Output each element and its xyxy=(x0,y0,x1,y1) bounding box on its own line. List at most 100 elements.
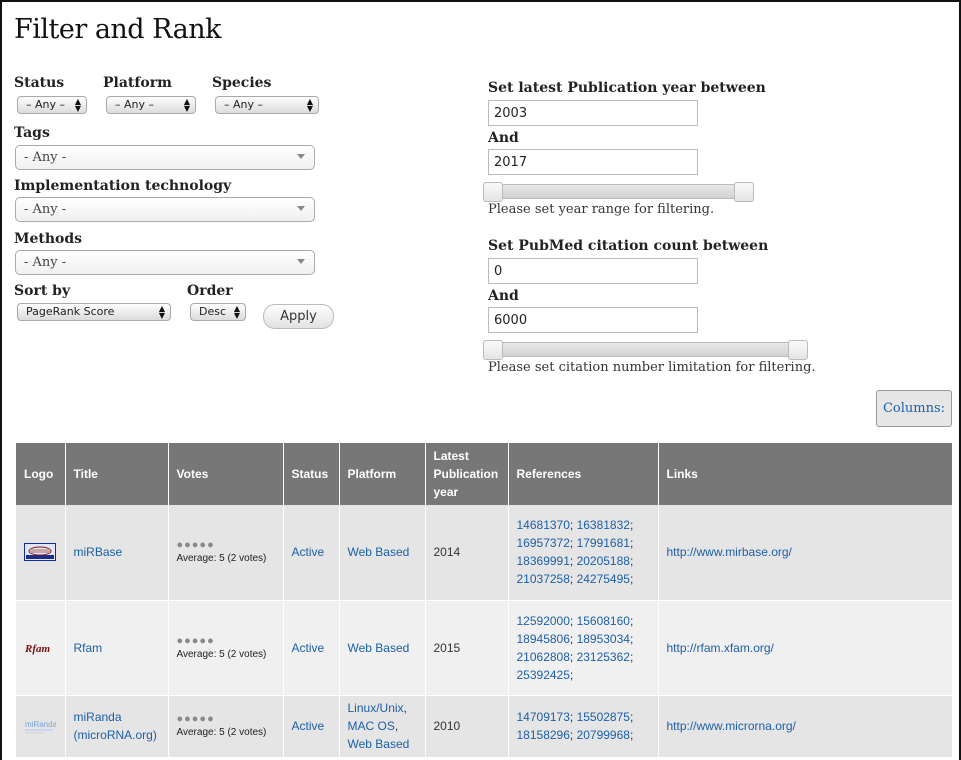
platform-select[interactable]: – Any – ▲ ▼ xyxy=(106,96,196,114)
platform-link[interactable]: Web Based xyxy=(348,737,410,751)
platform-link[interactable]: Web Based xyxy=(348,641,410,655)
reference-link[interactable]: 18953034 xyxy=(577,632,630,646)
reference-link[interactable]: 23125362 xyxy=(577,650,630,664)
reference-link[interactable]: 12592000 xyxy=(517,614,570,628)
reference-link[interactable]: 16381832 xyxy=(577,518,630,532)
year-range-slider[interactable] xyxy=(483,182,754,202)
column-header-status[interactable]: Status xyxy=(283,443,340,505)
title-link-line2: (microRNA.org) xyxy=(73,728,157,742)
platform-link[interactable]: MAC OS xyxy=(348,719,395,733)
platform-select-value: – Any – xyxy=(115,98,154,111)
miranda-logo[interactable]: miRanda xyxy=(24,717,56,735)
citation-range-slider[interactable] xyxy=(483,340,808,360)
website-link[interactable]: http://www.microrna.org/ xyxy=(667,719,796,733)
logo-cell xyxy=(16,505,66,601)
year-range-help: Please set year range for filtering. xyxy=(488,202,715,217)
references-cell: 14709173; 15502875; 18158296; 20799968; xyxy=(508,695,659,758)
species-label: Species xyxy=(212,75,272,91)
year-max-handle[interactable] xyxy=(734,182,754,202)
table-header-row: Logo Title Votes Status Platform Latest … xyxy=(16,443,952,505)
rating-stars[interactable]: ●●●●● xyxy=(177,538,275,552)
implementation-select[interactable]: - Any - xyxy=(15,197,315,222)
reference-link[interactable]: 16957372 xyxy=(517,536,570,550)
table-row: miRBase ●●●●● Average: 5 (2 votes) Activ… xyxy=(16,505,952,601)
reference-link[interactable]: 14681370 xyxy=(517,518,570,532)
reference-link[interactable]: 21062808 xyxy=(517,650,570,664)
citation-max-input[interactable]: 6000 xyxy=(488,307,698,333)
year-cell: 2014 xyxy=(425,505,509,601)
mirbase-logo[interactable] xyxy=(24,543,56,562)
title-cell: Rfam xyxy=(65,600,169,696)
links-cell: http://www.microrna.org/ xyxy=(658,695,952,758)
order-select-value: Desc xyxy=(199,305,227,318)
reference-link[interactable]: 18945806 xyxy=(517,632,570,646)
year-min-input[interactable]: 2003 xyxy=(488,100,698,126)
order-select[interactable]: Desc ▲ ▼ xyxy=(190,303,246,321)
chevron-down-icon xyxy=(297,154,305,159)
methods-select[interactable]: - Any - xyxy=(15,250,315,275)
rfam-logo[interactable]: Rfam xyxy=(24,639,56,657)
tags-select[interactable]: - Any - xyxy=(15,145,315,170)
reference-link[interactable]: 24275495 xyxy=(577,572,630,586)
reference-link[interactable]: 15608160 xyxy=(577,614,630,628)
tags-label: Tags xyxy=(14,125,50,141)
status-select[interactable]: – Any – ▲ ▼ xyxy=(17,96,87,114)
column-header-year-line3: year xyxy=(433,485,459,499)
status-link[interactable]: Active xyxy=(292,719,325,733)
column-header-logo[interactable]: Logo xyxy=(16,443,66,505)
year-range-label: Set latest Publication year between xyxy=(488,80,766,96)
citation-min-handle[interactable] xyxy=(483,340,503,360)
year-max-input[interactable]: 2017 xyxy=(488,149,698,175)
reference-link[interactable]: 21037258 xyxy=(517,572,570,586)
select-arrows-icon: ▲ ▼ xyxy=(74,97,81,113)
platform-cell: Web Based xyxy=(339,505,426,601)
rating-stars[interactable]: ●●●●● xyxy=(177,634,275,648)
reference-link[interactable]: 14709173 xyxy=(517,710,570,724)
column-header-year-line2: Publication xyxy=(433,467,499,481)
column-header-platform[interactable]: Platform xyxy=(339,443,426,505)
website-link[interactable]: http://rfam.xfam.org/ xyxy=(667,641,774,655)
year-and-label: And xyxy=(488,130,519,146)
rating-stars[interactable]: ●●●●● xyxy=(177,712,275,726)
year-cell: 2015 xyxy=(425,600,509,696)
reference-link[interactable]: 17991681 xyxy=(577,536,630,550)
platform-link[interactable]: Linux/Unix xyxy=(348,701,404,715)
platform-link[interactable]: Web Based xyxy=(348,545,410,559)
citation-range-label: Set PubMed citation count between xyxy=(488,238,769,254)
status-link[interactable]: Active xyxy=(292,641,325,655)
title-link[interactable]: miRanda (microRNA.org) xyxy=(74,710,157,742)
reference-link[interactable]: 18369991 xyxy=(517,554,570,568)
references-cell: 14681370; 16381832; 16957372; 17991681; … xyxy=(508,505,659,601)
column-header-links[interactable]: Links xyxy=(658,443,952,505)
citation-and-label: And xyxy=(488,288,519,304)
reference-link[interactable]: 15502875 xyxy=(577,710,630,724)
title-link[interactable]: miRBase xyxy=(74,545,123,559)
citation-min-input[interactable]: 0 xyxy=(488,258,698,284)
status-link[interactable]: Active xyxy=(292,545,325,559)
status-select-value: – Any – xyxy=(26,98,65,111)
column-header-references[interactable]: References xyxy=(508,443,659,505)
implementation-select-value: - Any - xyxy=(24,202,67,217)
results-table: Logo Title Votes Status Platform Latest … xyxy=(16,443,952,758)
column-header-year[interactable]: Latest Publication year xyxy=(425,443,509,505)
logo-cell: miRanda xyxy=(16,695,66,758)
reference-link[interactable]: 25392425 xyxy=(517,668,570,682)
status-cell: Active xyxy=(283,600,340,696)
chevron-down-icon xyxy=(297,259,305,264)
sort-by-select[interactable]: PageRank Score ▲ ▼ xyxy=(17,303,171,321)
year-min-handle[interactable] xyxy=(483,182,503,202)
column-header-votes[interactable]: Votes xyxy=(168,443,284,505)
reference-link[interactable]: 20799968 xyxy=(577,728,630,742)
website-link[interactable]: http://www.mirbase.org/ xyxy=(667,545,792,559)
species-select[interactable]: – Any – ▲ ▼ xyxy=(215,96,319,114)
citation-max-handle[interactable] xyxy=(788,340,808,360)
chevron-down-icon xyxy=(297,206,305,211)
column-header-title[interactable]: Title xyxy=(65,443,169,505)
status-label: Status xyxy=(14,75,65,91)
apply-button[interactable]: Apply xyxy=(263,304,334,329)
reference-link[interactable]: 18158296 xyxy=(517,728,570,742)
columns-button[interactable]: Columns: xyxy=(876,390,952,427)
status-cell: Active xyxy=(283,505,340,601)
title-link[interactable]: Rfam xyxy=(74,641,103,655)
reference-link[interactable]: 20205188 xyxy=(577,554,630,568)
